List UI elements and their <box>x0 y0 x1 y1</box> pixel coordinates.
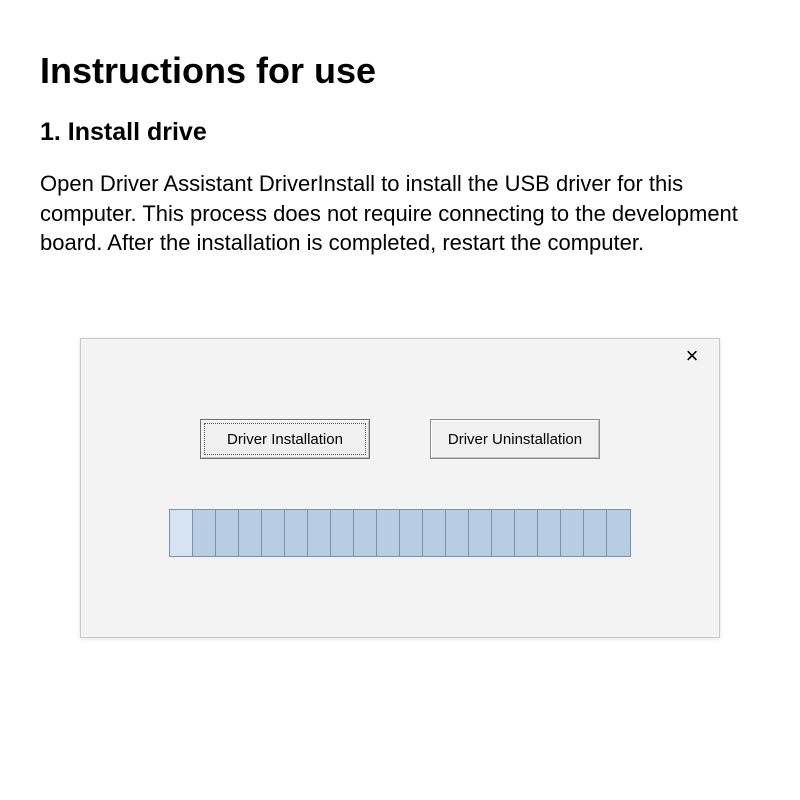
progress-segment <box>170 510 193 556</box>
progress-segment <box>285 510 308 556</box>
progress-segment <box>561 510 584 556</box>
progress-segment <box>377 510 400 556</box>
page-title: Instructions for use <box>40 50 760 92</box>
progress-segment <box>492 510 515 556</box>
progress-segment <box>423 510 446 556</box>
progress-segment <box>538 510 561 556</box>
progress-segment <box>262 510 285 556</box>
progress-segment <box>515 510 538 556</box>
progress-area <box>81 509 719 557</box>
progress-segment <box>331 510 354 556</box>
progress-segment <box>400 510 423 556</box>
progress-segment <box>193 510 216 556</box>
progress-bar <box>169 509 631 557</box>
driver-install-window: × Driver Installation Driver Uninstallat… <box>80 338 720 638</box>
driver-install-button[interactable]: Driver Installation <box>200 419 370 459</box>
progress-segment <box>239 510 262 556</box>
button-row: Driver Installation Driver Uninstallatio… <box>81 419 719 459</box>
progress-segment <box>607 510 630 556</box>
progress-segment <box>216 510 239 556</box>
progress-segment <box>469 510 492 556</box>
window-titlebar: × <box>81 339 719 373</box>
close-icon[interactable]: × <box>677 341 707 371</box>
driver-uninstall-button[interactable]: Driver Uninstallation <box>430 419 600 459</box>
app-window-container: × Driver Installation Driver Uninstallat… <box>40 338 760 638</box>
progress-segment <box>354 510 377 556</box>
step-heading: 1. Install drive <box>40 118 760 147</box>
progress-segment <box>446 510 469 556</box>
progress-segment <box>584 510 607 556</box>
step-body: Open Driver Assistant DriverInstall to i… <box>40 169 740 258</box>
progress-segment <box>308 510 331 556</box>
